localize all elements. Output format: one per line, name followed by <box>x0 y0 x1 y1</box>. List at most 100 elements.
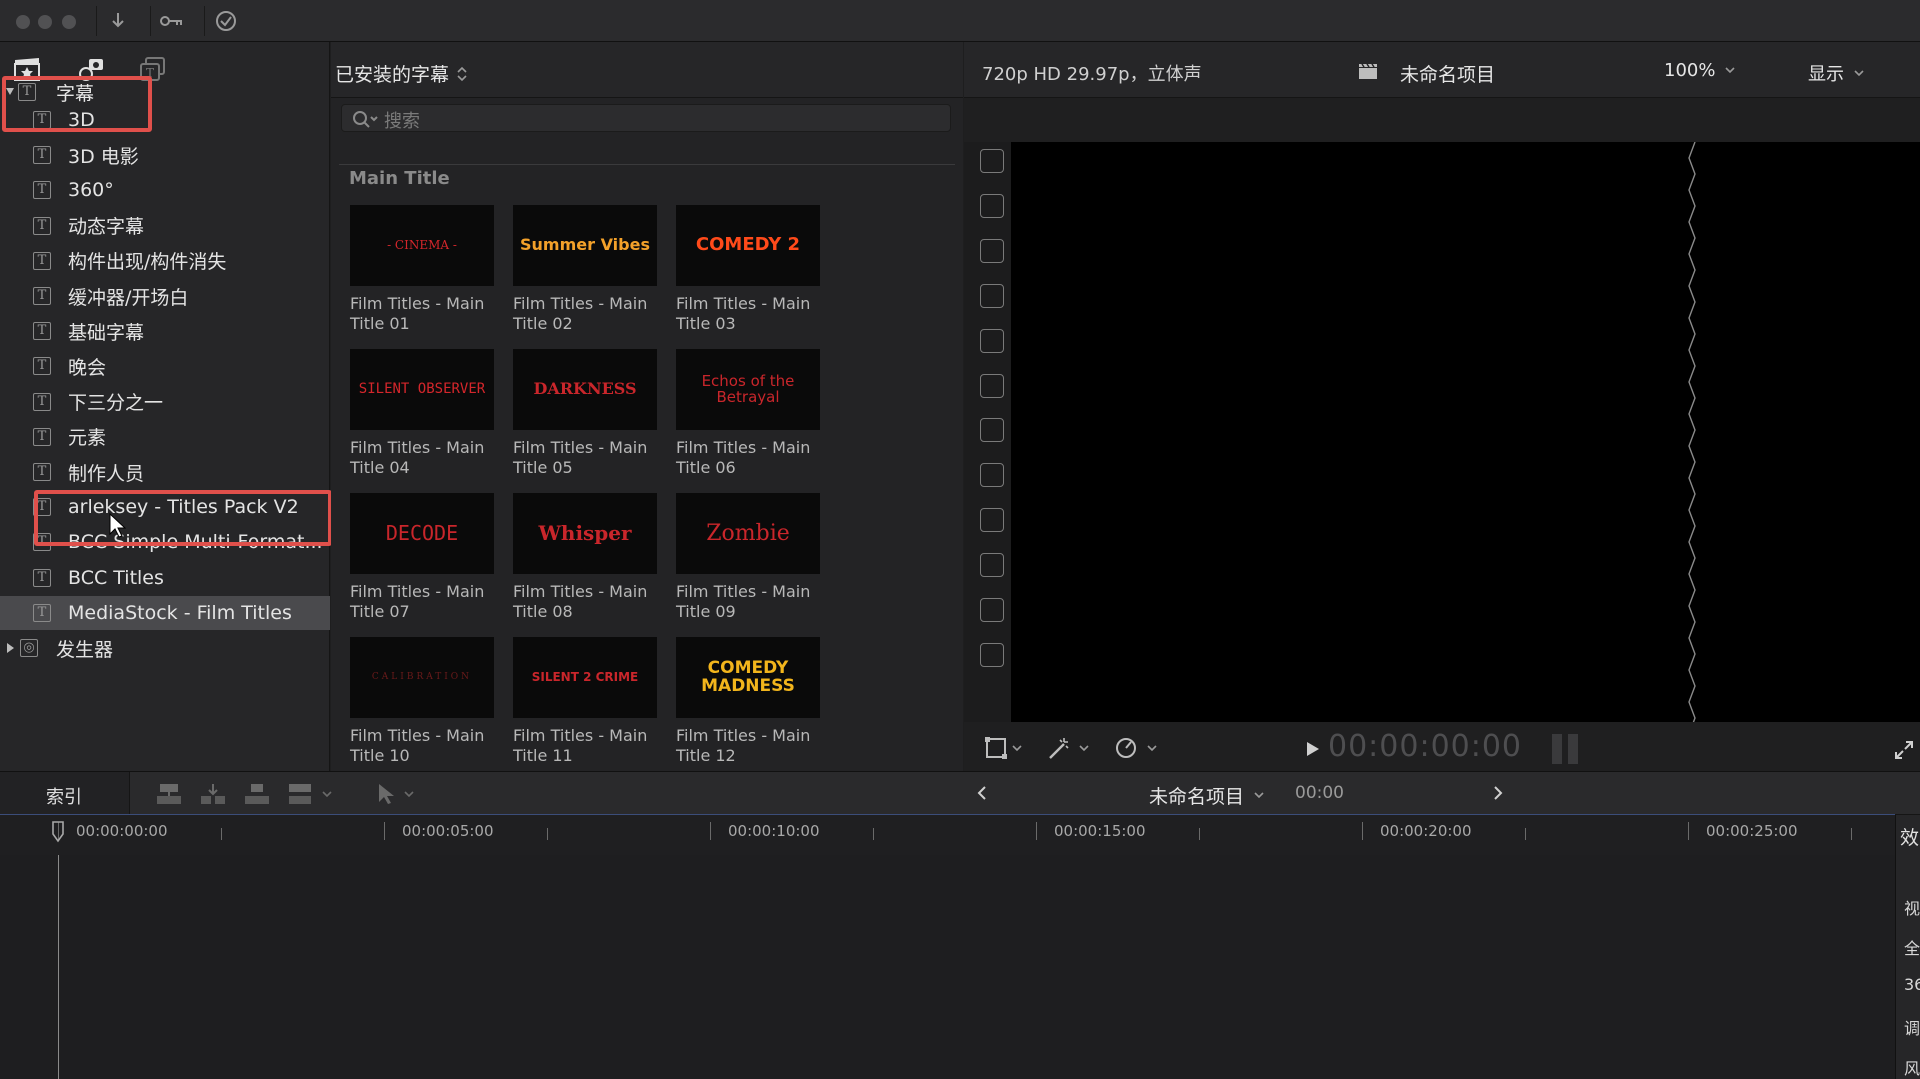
sidebar-item-generators[interactable]: ◎ 发生器 <box>0 631 330 665</box>
ruler-tick <box>1525 828 1526 840</box>
timeline-track-area[interactable] <box>0 855 1895 1079</box>
viewer-checkbox[interactable] <box>980 149 1004 173</box>
viewer-checkbox[interactable] <box>980 553 1004 578</box>
thumbnail-text: Zombie <box>706 520 790 546</box>
ruler-tick <box>1851 828 1852 840</box>
title-folder-icon: T <box>33 463 51 481</box>
viewer-checkbox[interactable] <box>980 418 1004 443</box>
viewer-checkbox[interactable] <box>980 373 1004 398</box>
ruler-tick <box>873 828 874 840</box>
title-thumbnail[interactable]: Summer Vibes <box>513 205 657 286</box>
zoom-popup[interactable]: 100% <box>1664 60 1736 81</box>
chevron-right-icon[interactable] <box>1493 785 1503 801</box>
select-tool-icon[interactable] <box>375 782 421 806</box>
title-caption: Film Titles - Main Title 04 <box>350 438 485 477</box>
sidebar-item[interactable]: T 360° <box>0 173 330 207</box>
thumbnail-text: DARKNESS <box>533 379 637 399</box>
magic-wand-icon[interactable] <box>1046 736 1090 760</box>
title-thumbnail[interactable]: SILENT 2 CRIME <box>513 637 657 718</box>
viewer-checkbox[interactable] <box>980 508 1004 533</box>
generators-icon: ◎ <box>20 639 38 657</box>
title-thumbnail[interactable]: DARKNESS <box>513 349 657 430</box>
play-icon[interactable] <box>1306 741 1320 757</box>
display-popup[interactable]: 显示 <box>1808 60 1864 86</box>
sidebar-item[interactable]: T 下三分之一 <box>0 385 330 419</box>
effects-tab-label[interactable]: 效 <box>1900 823 1919 850</box>
sidebar-item[interactable]: T 缓冲器/开场白 <box>0 279 330 313</box>
title-thumbnail[interactable]: CALIBRATION <box>350 637 494 718</box>
sidebar-item[interactable]: T BCC Titles <box>0 561 330 595</box>
sidebar-item[interactable]: T 元素 <box>0 420 330 454</box>
transform-icon[interactable] <box>984 736 1022 760</box>
viewer-checkbox[interactable] <box>980 193 1004 218</box>
sidebar-item[interactable]: T 3D 电影 <box>0 138 330 172</box>
fullscreen-icon[interactable] <box>1894 740 1914 760</box>
display-label: 显示 <box>1808 64 1844 85</box>
import-button[interactable] <box>96 6 138 36</box>
sidebar-item[interactable]: T 制作人员 <box>0 455 330 489</box>
title-thumbnail[interactable]: COMEDY MADNESS <box>676 637 820 718</box>
title-thumbnail[interactable]: SILENT OBSERVER <box>350 349 494 430</box>
viewer-checkbox[interactable] <box>980 598 1004 622</box>
title-thumbnail[interactable]: Echos of the Betrayal <box>676 349 820 430</box>
close-window-button[interactable] <box>16 15 30 29</box>
title-thumbnail[interactable]: COMEDY 2 <box>676 205 820 286</box>
key-icon <box>159 15 184 27</box>
playhead-marker-icon[interactable] <box>51 821 65 843</box>
ruler-tick <box>384 822 385 840</box>
sidebar-item[interactable]: T 基础字幕 <box>0 314 330 348</box>
sidebar-item-label: 缓冲器/开场白 <box>68 286 189 309</box>
viewer-checkbox[interactable] <box>980 238 1004 263</box>
inspector-item[interactable]: 视 <box>1904 895 1920 919</box>
window-toolbar <box>0 0 1920 42</box>
ruler-label: 00:00:25:00 <box>1706 822 1798 840</box>
sidebar-item[interactable]: T 晚会 <box>0 349 330 383</box>
thumbnail-text: CALIBRATION <box>371 671 473 682</box>
timeline-ruler[interactable]: 00:00:00:00 00:00:05:00 00:00:10:00 00:00:1… <box>0 815 1895 855</box>
background-tasks-button[interactable] <box>204 6 246 36</box>
title-folder-icon: T <box>33 568 51 587</box>
inspector-item[interactable]: 36 <box>1904 975 1920 994</box>
connect-clip-icon[interactable] <box>155 782 183 806</box>
viewer-checkbox[interactable] <box>980 283 1004 308</box>
keywords-button[interactable] <box>150 6 192 36</box>
append-clip-icon[interactable] <box>243 782 271 806</box>
title-thumbnail[interactable]: Zombie <box>676 493 820 574</box>
insert-clip-icon[interactable] <box>199 782 227 806</box>
search-placeholder: 搜索 <box>384 111 420 132</box>
disclosure-right-icon[interactable] <box>5 642 15 654</box>
sidebar-item[interactable]: T 构件出现/构件消失 <box>0 244 330 278</box>
viewer-canvas[interactable] <box>1011 142 1920 722</box>
sidebar-item-label: 发生器 <box>56 638 114 661</box>
clapper-icon <box>1358 62 1378 80</box>
inspector-item[interactable]: 调 <box>1904 1015 1920 1039</box>
search-field[interactable]: 搜索 <box>341 104 951 132</box>
title-thumbnail[interactable]: DECODE <box>350 493 494 574</box>
sidebar-item[interactable]: T 动态字幕 <box>0 209 330 243</box>
viewer-checkbox[interactable] <box>980 328 1004 353</box>
inspector-item[interactable]: 风 <box>1904 1055 1920 1079</box>
zoom-window-button[interactable] <box>62 15 76 29</box>
ruler-tick <box>1199 828 1200 840</box>
updown-chevron-icon <box>457 66 467 82</box>
speed-gauge-icon[interactable] <box>1114 736 1158 760</box>
title-thumbnail[interactable]: - CINEMA - <box>350 205 494 286</box>
minimize-window-button[interactable] <box>38 15 52 29</box>
viewer-checkbox[interactable] <box>980 642 1004 667</box>
title-folder-icon: T <box>33 427 51 446</box>
timeline-toolbar: 索引 未命名项目 00:00 <box>0 771 1920 816</box>
inspector-item[interactable]: 全 <box>1904 935 1920 959</box>
overwrite-clip-icon[interactable] <box>287 782 337 806</box>
sidebar-item[interactable]: T MediaStock - Film Titles <box>0 595 330 630</box>
mouse-cursor-icon <box>108 512 126 538</box>
title-thumbnail[interactable]: Whisper <box>513 493 657 574</box>
viewer-checkbox[interactable] <box>980 463 1004 488</box>
sidebar-item-label: 动态字幕 <box>68 216 145 239</box>
index-button[interactable]: 索引 <box>0 772 130 814</box>
category-popup[interactable]: 已安装的字幕 <box>335 60 467 87</box>
thumbnail-text: DECODE <box>385 521 459 545</box>
project-popup[interactable]: 未命名项目 <box>1149 782 1264 809</box>
playhead-line[interactable] <box>58 855 59 1079</box>
sidebar-item-label: 基础字幕 <box>68 321 145 344</box>
chevron-left-icon[interactable] <box>977 785 987 801</box>
